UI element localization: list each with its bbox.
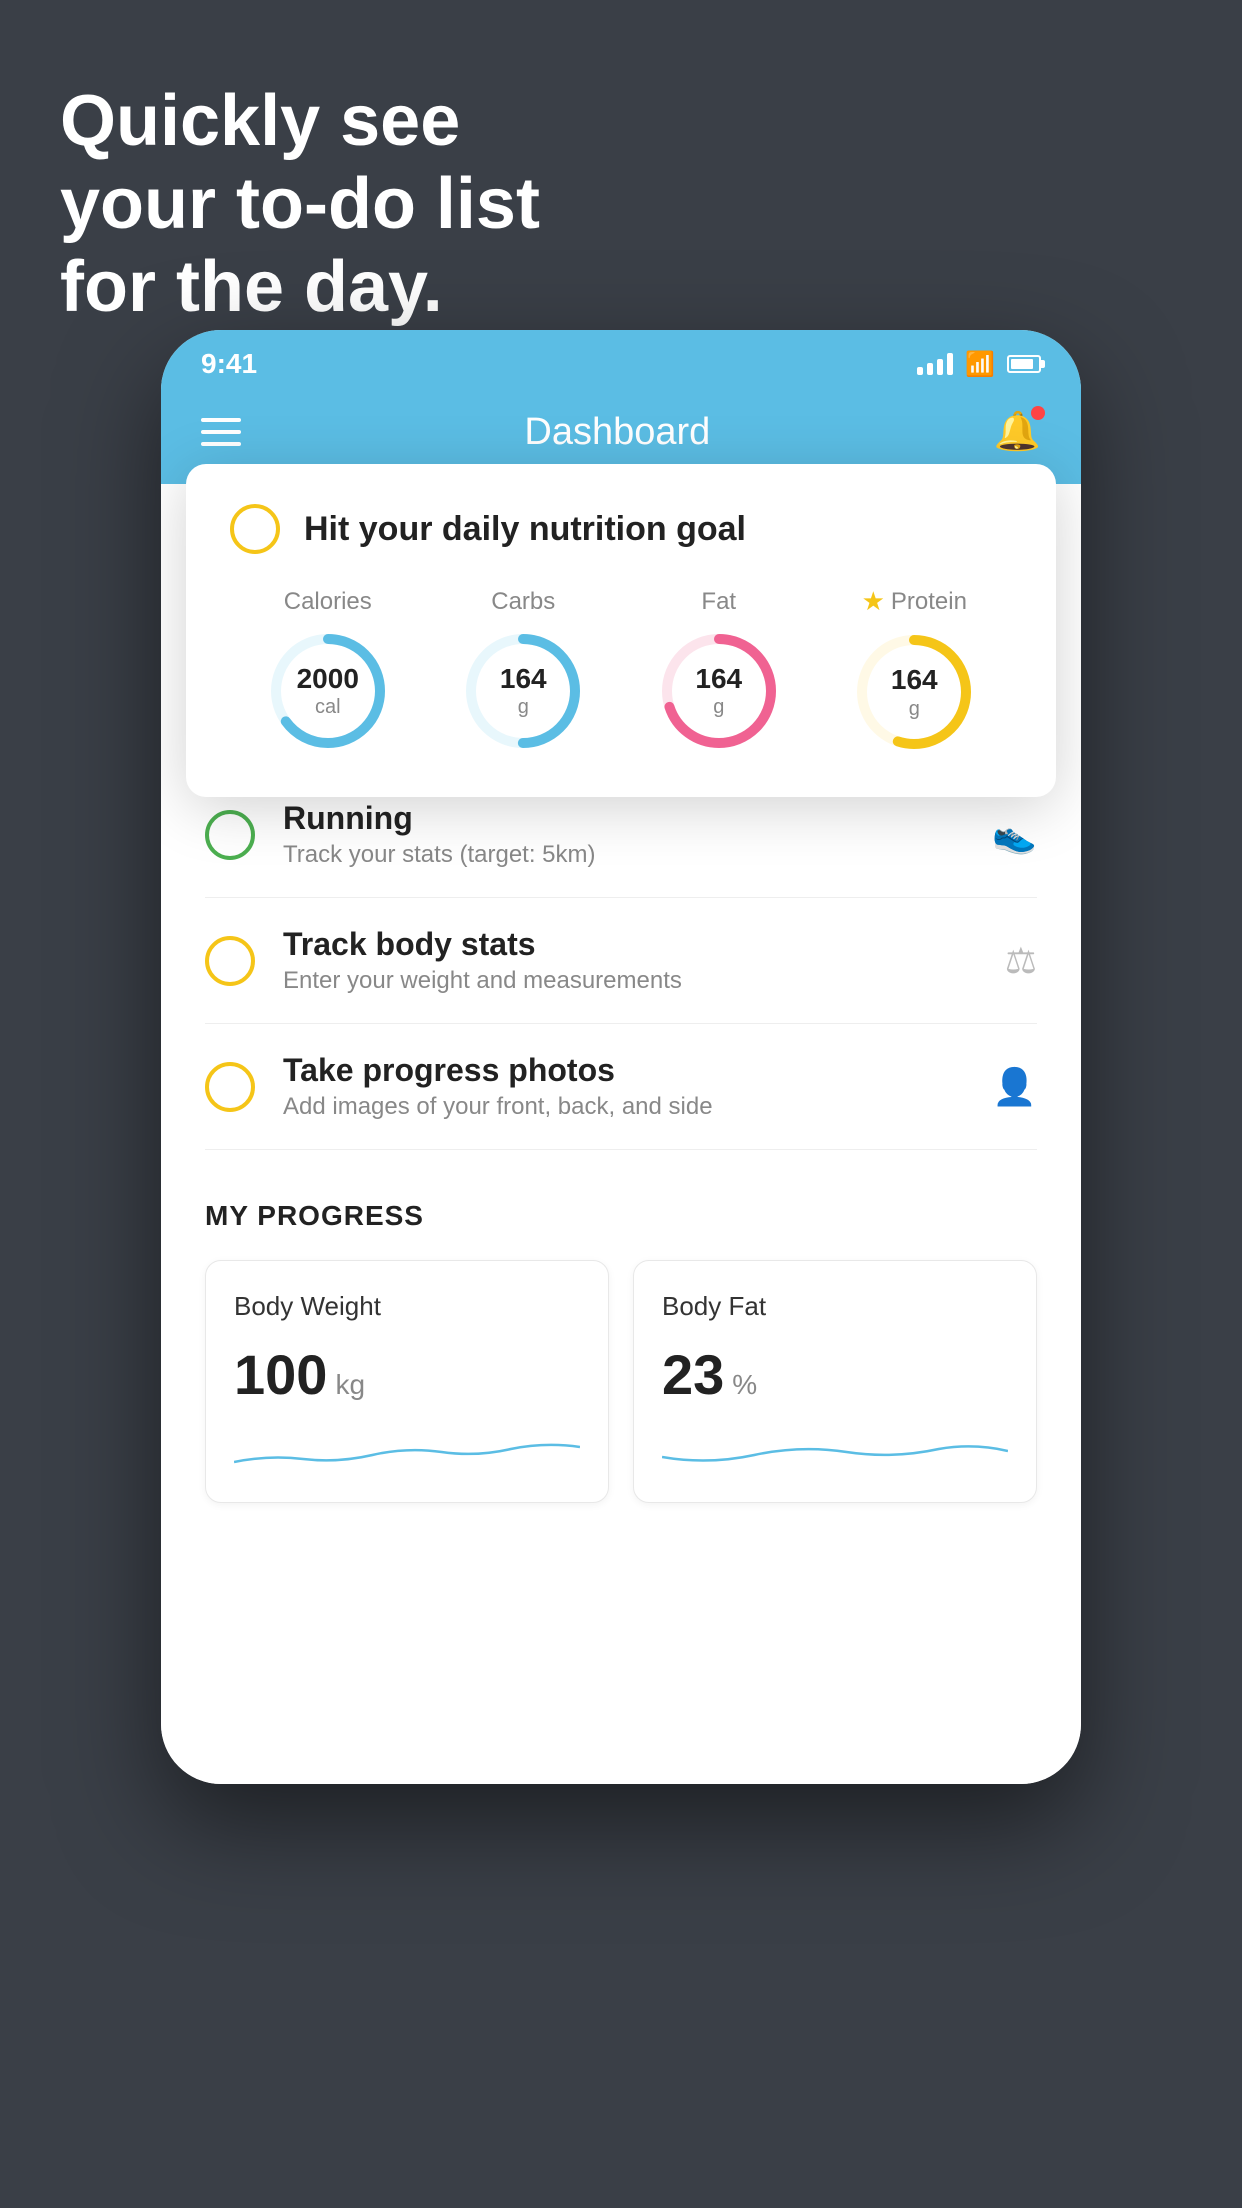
nutrition-protein: ★ Protein 164 g: [849, 586, 979, 757]
todo-body-stats-desc: Enter your weight and measurements: [283, 967, 977, 995]
status-bar: 9:41 📶: [161, 330, 1081, 390]
body-weight-value: 100: [234, 1342, 327, 1407]
todo-body-stats[interactable]: Track body stats Enter your weight and m…: [205, 898, 1037, 1024]
body-weight-chart: [234, 1427, 580, 1477]
wifi-icon: 📶: [965, 350, 995, 379]
carbs-value: 164: [500, 662, 547, 696]
headline-line2: your to-do list: [60, 163, 540, 246]
person-icon: 👤: [992, 1066, 1037, 1108]
body-fat-title: Body Fat: [662, 1291, 1008, 1322]
todo-list: Running Track your stats (target: 5km) 👟…: [161, 772, 1081, 1150]
todo-body-stats-text: Track body stats Enter your weight and m…: [283, 926, 977, 995]
calories-value: 2000: [297, 662, 359, 696]
nutrition-circle-check[interactable]: [230, 504, 280, 554]
protein-label-row: ★ Protein: [862, 586, 967, 617]
body-fat-value: 23: [662, 1342, 724, 1407]
todo-running-circle: [205, 810, 255, 860]
calories-unit: cal: [297, 695, 359, 719]
nutrition-fat: Fat 164 g: [654, 588, 784, 756]
fat-ring: 164 g: [654, 626, 784, 756]
todo-photos-desc: Add images of your front, back, and side: [283, 1093, 964, 1121]
protein-ring: 164 g: [849, 627, 979, 757]
body-fat-unit: %: [732, 1369, 757, 1401]
carbs-ring: 164 g: [458, 626, 588, 756]
todo-running-name: Running: [283, 800, 964, 837]
carbs-label: Carbs: [491, 588, 555, 616]
nutrition-card: Hit your daily nutrition goal Calories 2…: [186, 464, 1056, 797]
status-icons: 📶: [917, 350, 1041, 379]
app-content: THINGS TO DO TODAY Hit your daily nutrit…: [161, 484, 1081, 1784]
body-weight-title: Body Weight: [234, 1291, 580, 1322]
todo-running-desc: Track your stats (target: 5km): [283, 841, 964, 869]
nav-title: Dashboard: [524, 411, 710, 454]
todo-body-stats-circle: [205, 936, 255, 986]
body-weight-unit: kg: [335, 1369, 365, 1401]
calories-label: Calories: [284, 588, 372, 616]
phone-frame: 9:41 📶 Dashboard 🔔 THINGS TO DO TODAY: [161, 330, 1081, 1784]
protein-label: Protein: [891, 588, 967, 616]
progress-cards: Body Weight 100 kg Body Fat 23 %: [205, 1260, 1037, 1503]
headline-line1: Quickly see: [60, 80, 540, 163]
todo-running-text: Running Track your stats (target: 5km): [283, 800, 964, 869]
notification-bell[interactable]: 🔔: [994, 410, 1041, 454]
protein-value: 164: [891, 663, 938, 697]
body-fat-chart: [662, 1427, 1008, 1477]
status-time: 9:41: [201, 348, 257, 380]
fat-unit: g: [695, 695, 742, 719]
headline-line3: for the day.: [60, 246, 540, 329]
battery-icon: [1007, 355, 1041, 373]
nutrition-calories: Calories 2000 cal: [263, 588, 393, 756]
progress-header: MY PROGRESS: [205, 1200, 1037, 1232]
todo-photos-circle: [205, 1062, 255, 1112]
protein-star-icon: ★: [862, 586, 885, 617]
fat-value: 164: [695, 662, 742, 696]
protein-unit: g: [891, 697, 938, 721]
notification-dot: [1031, 406, 1045, 420]
carbs-unit: g: [500, 695, 547, 719]
scale-icon: ⚖: [1005, 940, 1037, 982]
body-weight-card[interactable]: Body Weight 100 kg: [205, 1260, 609, 1503]
headline: Quickly see your to-do list for the day.: [60, 80, 540, 328]
todo-body-stats-name: Track body stats: [283, 926, 977, 963]
body-fat-value-row: 23 %: [662, 1342, 1008, 1407]
body-fat-card[interactable]: Body Fat 23 %: [633, 1260, 1037, 1503]
progress-section: MY PROGRESS Body Weight 100 kg Body Fat: [161, 1150, 1081, 1543]
todo-photos-name: Take progress photos: [283, 1052, 964, 1089]
hamburger-menu[interactable]: [201, 418, 241, 446]
todo-photos-text: Take progress photos Add images of your …: [283, 1052, 964, 1121]
body-weight-value-row: 100 kg: [234, 1342, 580, 1407]
nutrition-card-title: Hit your daily nutrition goal: [304, 510, 746, 549]
nutrition-carbs: Carbs 164 g: [458, 588, 588, 756]
signal-icon: [917, 353, 953, 375]
nutrition-row: Calories 2000 cal Carbs: [230, 586, 1012, 757]
todo-progress-photos[interactable]: Take progress photos Add images of your …: [205, 1024, 1037, 1150]
calories-ring: 2000 cal: [263, 626, 393, 756]
running-shoe-icon: 👟: [992, 814, 1037, 856]
card-title-row: Hit your daily nutrition goal: [230, 504, 1012, 554]
fat-label: Fat: [701, 588, 736, 616]
